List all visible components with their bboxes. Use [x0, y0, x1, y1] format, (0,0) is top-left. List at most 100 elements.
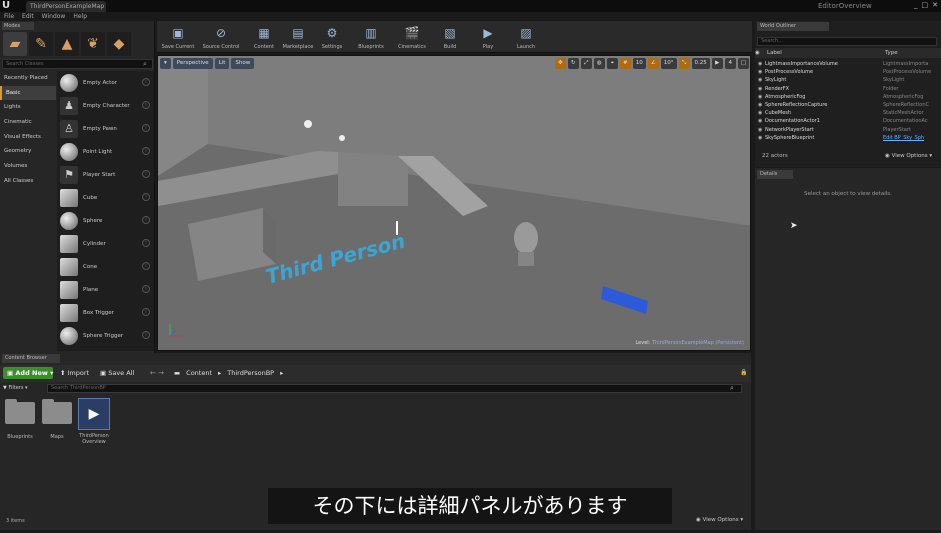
blueprints-button[interactable]: ▥ Blueprints	[354, 22, 388, 52]
content-button[interactable]: ▦ Content	[250, 22, 278, 52]
details-tab[interactable]: Details	[757, 170, 793, 179]
eye-icon[interactable]: ◉	[755, 134, 765, 142]
lock-icon[interactable]: 🔒	[740, 367, 748, 379]
outliner-row[interactable]: ◉ SkyLight SkyLight	[755, 76, 935, 84]
asset-thirdperson-overview[interactable]: ▶ ThirdPerson Overview	[77, 398, 111, 445]
eye-icon[interactable]: ◉	[755, 93, 765, 101]
info-icon[interactable]: i	[142, 101, 150, 109]
eye-icon[interactable]: ◉	[755, 60, 765, 68]
save-all-button[interactable]: ▣ Save All	[100, 367, 144, 379]
level-tab[interactable]: ThirdPersonExampleMap	[26, 1, 106, 12]
eye-icon[interactable]: ◉	[755, 117, 765, 125]
info-icon[interactable]: i	[142, 147, 150, 155]
info-icon[interactable]: i	[142, 285, 150, 293]
info-icon[interactable]: i	[142, 193, 150, 201]
content-search-input[interactable]: Search ThirdPersonBP	[47, 384, 742, 393]
place-item[interactable]: Sphere Trigger i	[57, 324, 154, 347]
category-lights[interactable]: Lights	[0, 100, 56, 115]
maximize-viewport-icon[interactable]: □	[737, 58, 749, 69]
breadcrumb-content[interactable]: Content	[186, 367, 212, 379]
info-icon[interactable]: i	[142, 262, 150, 270]
eye-icon[interactable]: ◉	[755, 101, 765, 109]
menu-window[interactable]: Window	[42, 12, 66, 21]
camera-speed-value[interactable]: 4	[724, 58, 736, 69]
geometry-mode-icon[interactable]: ◆	[107, 32, 131, 56]
place-item[interactable]: ⚑ Player Start i	[57, 163, 154, 186]
camera-speed-icon[interactable]: ▶	[711, 58, 723, 69]
content-browser-tab[interactable]: Content Browser	[2, 354, 60, 363]
add-new-button[interactable]: ▣ Add New ▾	[3, 367, 53, 379]
info-icon[interactable]: i	[142, 239, 150, 247]
info-icon[interactable]: i	[142, 216, 150, 224]
place-item[interactable]: ♟ Empty Character i	[57, 94, 154, 117]
place-item[interactable]: ♙ Empty Pawn i	[57, 117, 154, 140]
category-geometry[interactable]: Geometry	[0, 144, 56, 159]
marketplace-button[interactable]: ▤ Marketplace	[280, 22, 316, 52]
source-control-button[interactable]: ⊘ Source Control	[199, 22, 243, 52]
category-cinematic[interactable]: Cinematic	[0, 115, 56, 130]
folder-blueprints[interactable]: Blueprints	[3, 398, 37, 440]
outliner-row[interactable]: ◉ AtmosphericFog AtmosphericFog	[755, 93, 935, 101]
play-button[interactable]: ▶ Play	[476, 22, 500, 52]
place-item[interactable]: Cylinder i	[57, 232, 154, 255]
scale-value[interactable]: 0.25	[691, 58, 710, 69]
eye-icon[interactable]: ◉	[755, 68, 765, 76]
place-item[interactable]: Point Light i	[57, 140, 154, 163]
category-all-classes[interactable]: All Classes	[0, 174, 56, 189]
translate-icon[interactable]: ✥	[554, 58, 566, 69]
outliner-row[interactable]: ◉ RenderFX Folder	[755, 85, 935, 93]
history-nav[interactable]: ← →	[150, 367, 170, 379]
search-classes-input[interactable]: Search Classes	[2, 59, 153, 69]
col-type[interactable]: Type	[885, 48, 937, 58]
menu-edit[interactable]: Edit	[22, 12, 34, 21]
close-icon[interactable]: ✕	[932, 0, 938, 10]
foliage-mode-icon[interactable]: ❦	[81, 32, 105, 56]
build-button[interactable]: ▧ Build	[438, 22, 462, 52]
minimize-icon[interactable]: _	[914, 0, 918, 10]
category-basic[interactable]: Basic	[0, 85, 56, 101]
outliner-row[interactable]: ◉ DocumentationActor1 DocumentationAc	[755, 117, 935, 125]
modes-tab[interactable]: Modes	[2, 22, 34, 30]
world-outliner-tab[interactable]: World Outliner	[757, 22, 829, 31]
settings-button[interactable]: ⚙ Settings	[319, 22, 345, 52]
info-icon[interactable]: i	[142, 308, 150, 316]
lit-button[interactable]: Lit	[214, 58, 230, 69]
show-button[interactable]: Show	[231, 58, 255, 69]
outliner-row[interactable]: ◉ NetworkPlayerStart PlayerStart	[755, 126, 935, 134]
outliner-view-options-button[interactable]: ◉ View Options ▾	[885, 153, 941, 161]
viewport-menu-icon[interactable]: ▾	[160, 58, 171, 69]
rotate-icon[interactable]: ↻	[567, 58, 579, 69]
info-icon[interactable]: i	[142, 331, 150, 339]
save-current-button[interactable]: ▣ Save Current	[160, 22, 196, 52]
scale-snap-icon[interactable]: ⤡	[678, 58, 690, 69]
breadcrumb-thirdpersonbp[interactable]: ThirdPersonBP	[227, 367, 274, 379]
eye-icon[interactable]: ◉	[755, 109, 765, 117]
outliner-row[interactable]: ◉ SkySphereBlueprint Edit BP_Sky_Sph	[755, 134, 935, 142]
perspective-button[interactable]: Perspective	[172, 58, 213, 69]
filters-button[interactable]: ▼ Filters ▾	[3, 384, 43, 393]
eye-icon[interactable]: ◉	[755, 126, 765, 134]
back-icon[interactable]: ←	[150, 369, 156, 377]
import-button[interactable]: ⬆ Import	[60, 367, 94, 379]
place-item[interactable]: Box Trigger i	[57, 301, 154, 324]
outliner-search-input[interactable]: Search...	[757, 37, 937, 46]
info-icon[interactable]: i	[142, 78, 150, 86]
outliner-row[interactable]: ◉ CubeMesh StaticMeshActor	[755, 109, 935, 117]
view-options-button[interactable]: ◉ View Options ▾	[696, 517, 750, 526]
outliner-row[interactable]: ◉ LightmassImportanceVolume LightmassImpor…	[755, 60, 935, 68]
grid-value[interactable]: 10	[632, 58, 646, 69]
outliner-row[interactable]: ◉ SphereReflectionCapture SphereReflection…	[755, 101, 935, 109]
eye-icon[interactable]: ◉	[755, 85, 765, 93]
grid-snap-icon[interactable]: #	[619, 58, 631, 69]
col-label[interactable]: Label	[767, 48, 885, 58]
cinematics-button[interactable]: 🎬 Cinematics	[395, 22, 429, 52]
place-item[interactable]: Sphere i	[57, 209, 154, 232]
place-mode-icon[interactable]: ▰	[3, 32, 27, 56]
landscape-mode-icon[interactable]: ▲	[55, 32, 79, 56]
edit-blueprint-link[interactable]: Edit BP_Sky_Sph	[883, 134, 935, 142]
forward-icon[interactable]: →	[158, 369, 164, 377]
place-item[interactable]: Cone i	[57, 255, 154, 278]
category-recently-placed[interactable]: Recently Placed	[0, 71, 56, 86]
category-volumes[interactable]: Volumes	[0, 159, 56, 174]
info-icon[interactable]: i	[142, 170, 150, 178]
